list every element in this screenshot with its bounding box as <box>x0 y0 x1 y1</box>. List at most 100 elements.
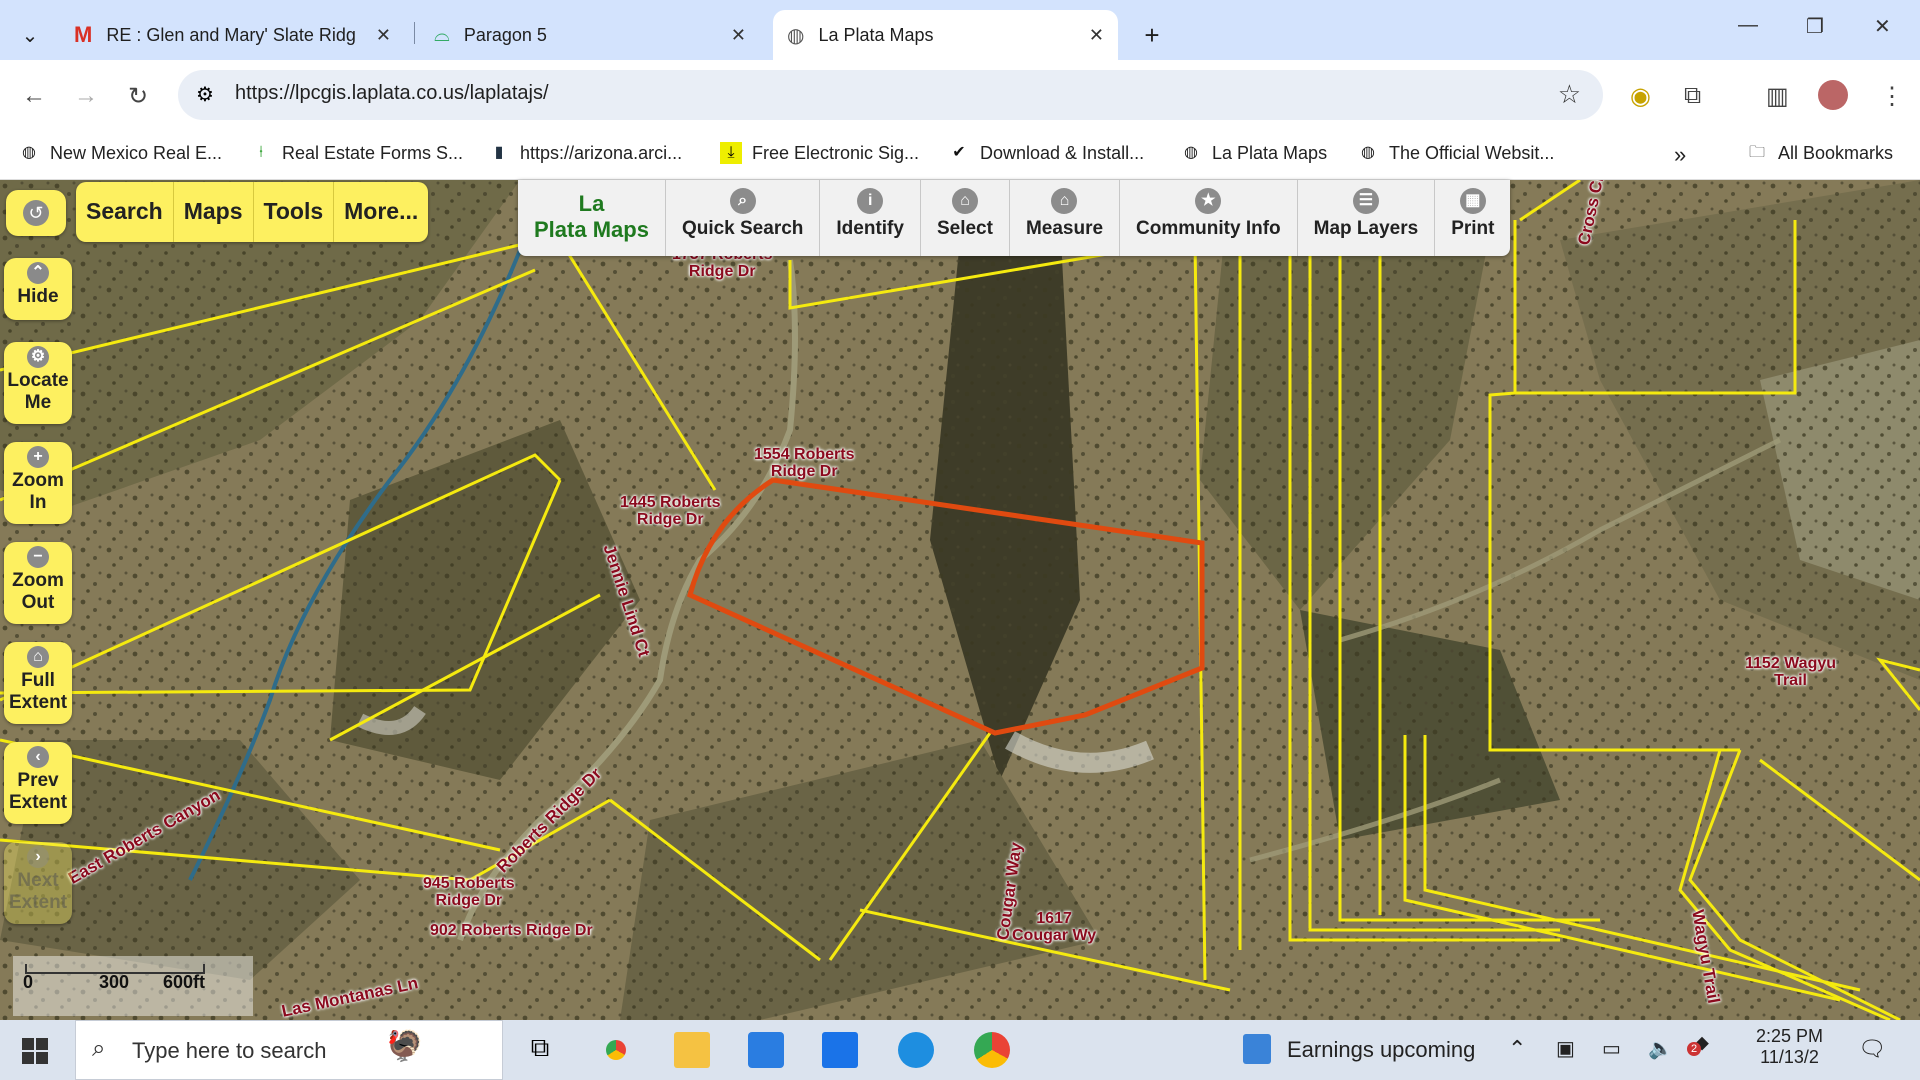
site-info-icon[interactable]: ⚙ <box>196 82 214 107</box>
search-highlight-icon: 🦃 <box>386 1030 424 1063</box>
tool-measure[interactable]: ⌂ Measure <box>1010 180 1121 256</box>
tool-print[interactable]: ▦ Print <box>1435 180 1510 256</box>
star-icon[interactable]: ☆ <box>1558 79 1581 110</box>
url-text[interactable]: https://lpcgis.laplata.co.us/laplatajs/ <box>235 82 549 105</box>
news-widget[interactable]: Earnings upcoming <box>1287 1037 1475 1063</box>
full-extent-button[interactable]: ⌂ Full Extent <box>4 642 72 724</box>
address-label: 945 Roberts Ridge Dr <box>423 875 515 909</box>
tool-select[interactable]: ⌂ Select <box>921 180 1010 256</box>
home-icon: ⌂ <box>27 646 49 668</box>
address-label: 1617 Cougar Wy <box>1012 910 1097 944</box>
tool-community-info[interactable]: ★ Community Info <box>1120 180 1298 256</box>
file-explorer-icon[interactable] <box>674 1032 710 1068</box>
side-panel-icon[interactable]: ▥ <box>1766 82 1789 111</box>
download-icon: ⤓ <box>720 142 742 164</box>
check-icon: ✔ <box>952 144 966 161</box>
bookmark-item[interactable]: ✔ Download & Install... <box>948 142 1144 164</box>
bookmark-item[interactable]: ◍ The Official Websit... <box>1357 142 1554 164</box>
bookmark-item[interactable]: ◍ New Mexico Real E... <box>18 142 222 164</box>
back-icon[interactable]: ← <box>22 82 46 110</box>
reload-icon[interactable]: ↻ <box>128 82 148 111</box>
grid-icon: ▦ <box>1459 188 1486 214</box>
tab-search-dropdown[interactable]: ⌄ <box>10 10 50 60</box>
globe-icon: ◍ <box>1361 144 1375 161</box>
globe-icon: ◍ <box>22 144 36 161</box>
prev-extent-button[interactable]: ‹ Prev Extent <box>4 742 72 824</box>
menu-dots-icon[interactable]: ⋮ <box>1880 82 1904 111</box>
tab-title: Paragon 5 <box>463 24 547 45</box>
search-icon: ⌕ <box>92 1035 106 1062</box>
close-icon[interactable]: ✕ <box>731 25 746 46</box>
minimize-icon[interactable]: — <box>1738 14 1758 37</box>
taskbar-search[interactable]: ⌕ Type here to search 🦃 <box>75 1020 503 1080</box>
address-bar[interactable]: ⚙ https://lpcgis.laplata.co.us/laplatajs… <box>178 70 1603 120</box>
mail-icon[interactable] <box>822 1032 858 1068</box>
plus-icon: + <box>27 446 49 468</box>
close-icon[interactable]: ✕ <box>1089 25 1104 46</box>
tool-map-layers[interactable]: ☰ Map Layers <box>1298 180 1436 256</box>
profile-avatar[interactable] <box>1818 80 1848 110</box>
extension-icon[interactable]: ◉ <box>1630 82 1651 111</box>
tool-strip: La Plata Maps ⌕ Quick Search i Identify ⌂ Se… <box>518 180 1511 256</box>
tab-la-plata-maps[interactable]: ◍ La Plata Maps ✕ <box>773 10 1118 60</box>
address-label: 1152 Wagyu Trail <box>1745 655 1837 689</box>
new-tab-button[interactable]: + <box>1132 10 1172 60</box>
scale-bar: 0 300 600ft <box>13 956 253 1016</box>
windows-taskbar: ⌕ Type here to search 🦃 ⧉ Earnings upcom… <box>0 1020 1920 1080</box>
paragon-icon: ⌓ <box>434 23 450 46</box>
tab-title: RE : Glen and Mary' Slate Ridg <box>106 24 356 45</box>
menu-tools[interactable]: Tools <box>254 182 335 242</box>
task-view-icon[interactable]: ⧉ <box>522 1032 558 1068</box>
chrome-active-icon[interactable] <box>974 1032 1010 1068</box>
windows-start-icon[interactable] <box>22 1038 48 1064</box>
store-icon[interactable] <box>748 1032 784 1068</box>
home-icon: ⌂ <box>1051 188 1078 214</box>
bookmark-item[interactable]: ⤓ Free Electronic Sig... <box>720 142 919 164</box>
more-bookmarks-button[interactable]: » <box>1674 142 1686 168</box>
forward-icon[interactable]: → <box>74 82 98 110</box>
clock[interactable]: 2:25 PM 11/13/2 <box>1756 1026 1823 1068</box>
bookmark-item[interactable]: ⍿ Real Estate Forms S... <box>250 142 463 164</box>
chevron-up-icon[interactable]: ⌃ <box>1508 1036 1526 1062</box>
pin-icon: ⍿ <box>258 144 264 161</box>
chrome-icon[interactable] <box>598 1032 634 1068</box>
volume-icon[interactable]: 🔈 <box>1648 1036 1673 1061</box>
tab-paragon[interactable]: ⌓ Paragon 5 ✕ <box>420 10 760 60</box>
address-label: 1445 Roberts Ridge Dr <box>620 494 721 528</box>
notifications-icon[interactable]: 🗨 <box>1858 1036 1886 1062</box>
close-icon[interactable]: ✕ <box>376 25 391 46</box>
hide-button[interactable]: ⌃ Hide <box>4 258 72 320</box>
extensions-puzzle-icon[interactable]: ⧉ <box>1684 82 1701 110</box>
tool-quick-search[interactable]: ⌕ Quick Search <box>666 180 821 256</box>
folder-icon: 🗀 <box>1748 144 1765 161</box>
camera-icon[interactable]: ▣ <box>1556 1036 1575 1061</box>
info-icon: i <box>857 188 884 214</box>
network-icon[interactable]: ⬥ 2 <box>1687 1032 1709 1056</box>
chevron-left-icon: ‹ <box>27 746 49 768</box>
all-bookmarks-button[interactable]: 🗀 All Bookmarks <box>1746 142 1893 164</box>
next-extent-button[interactable]: › Next Extent <box>4 842 72 924</box>
edge-icon[interactable] <box>898 1032 934 1068</box>
battery-icon[interactable]: ▭ <box>1602 1036 1621 1061</box>
main-menu: Search Maps Tools More... <box>76 182 429 242</box>
restore-icon[interactable]: ❐ <box>1806 14 1824 39</box>
menu-more[interactable]: More... <box>334 182 428 242</box>
locate-me-button[interactable]: ⚙ Locate Me <box>4 342 72 424</box>
menu-search[interactable]: Search <box>76 182 174 242</box>
menu-maps[interactable]: Maps <box>174 182 254 242</box>
map-canvas[interactable]: 1737 RobertsRidge Dr 1554 RobertsRidge D… <box>0 180 1920 1020</box>
tool-identify[interactable]: i Identify <box>820 180 921 256</box>
zoom-in-button[interactable]: + Zoom In <box>4 442 72 524</box>
back-arrow-button[interactable]: ↺ <box>6 190 66 236</box>
tab-gmail[interactable]: M RE : Glen and Mary' Slate Ridg ✕ <box>60 10 405 60</box>
close-window-icon[interactable]: ✕ <box>1874 14 1891 39</box>
news-icon[interactable] <box>1243 1034 1271 1064</box>
bookmark-item[interactable]: ▮ https://arizona.arci... <box>488 142 682 164</box>
globe-icon: ◍ <box>1184 144 1198 161</box>
gmail-icon: M <box>74 22 93 47</box>
chevron-right-icon: › <box>27 846 49 868</box>
zoom-out-button[interactable]: − Zoom Out <box>4 542 72 624</box>
bookmark-item[interactable]: ◍ La Plata Maps <box>1180 142 1327 164</box>
scale-label: 0 <box>23 972 34 992</box>
layers-icon: ☰ <box>1352 188 1379 214</box>
